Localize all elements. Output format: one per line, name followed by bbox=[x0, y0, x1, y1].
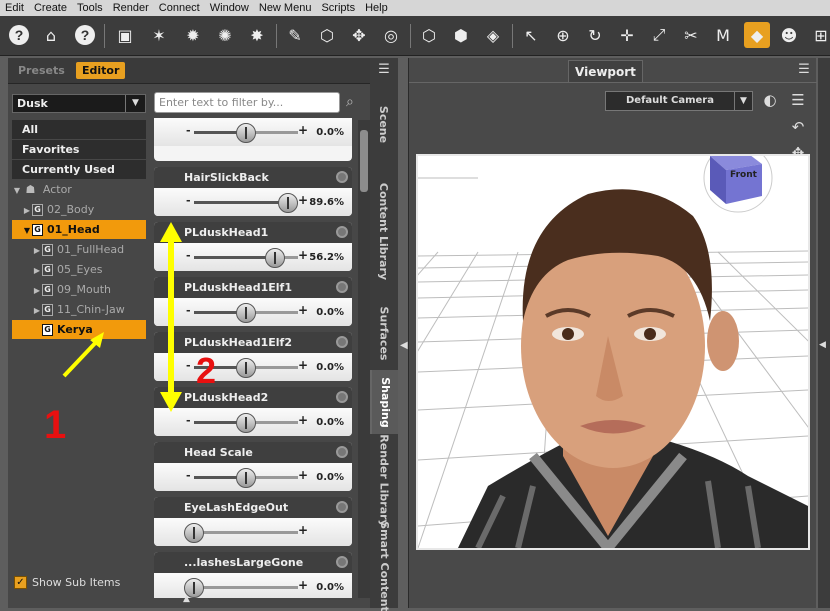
morph-tool-icon[interactable]: M bbox=[710, 22, 736, 48]
main-toolbar: ? ⌂ ? ▣ ✶ ✹ ✺ ✸ ✎ ⬡ ✥ ◎ ⬡ ⬢ ◈ ↖ ⊕ ↻ ✛ ⤢ … bbox=[0, 16, 830, 56]
side-tab-surfaces[interactable]: Surfaces bbox=[370, 298, 398, 368]
menu-item-connect[interactable]: Connect bbox=[154, 2, 205, 14]
side-tab-strip: ☰ Scene Content Library Surfaces Shaping Ren… bbox=[370, 58, 398, 611]
help-icon[interactable]: ? bbox=[6, 22, 32, 48]
scale-tool-icon[interactable]: ⤢ bbox=[646, 22, 672, 48]
viewport-pane: Viewport ☰ Default Camera ▼ ◐ ☰ ↶ ✥ ⌕ ⛶ … bbox=[408, 58, 817, 608]
side-tab-shaping[interactable]: Shaping bbox=[370, 370, 398, 434]
parameters-pane: Presets Editor ☰ Dusk ▼ All Favorites Cu… bbox=[8, 58, 398, 608]
viewport-scene[interactable]: Front bbox=[416, 154, 810, 550]
side-tab-render-library[interactable]: Render Library bbox=[370, 433, 398, 527]
side-tab-scene[interactable]: Scene bbox=[370, 84, 398, 164]
figure-tool-icon[interactable]: ☻ bbox=[776, 22, 802, 48]
view-cube-label: Front bbox=[730, 170, 757, 180]
tab-viewport[interactable]: Viewport bbox=[568, 60, 643, 82]
primitive-icon[interactable]: ◈ bbox=[480, 22, 506, 48]
menu-item-scripts[interactable]: Scripts bbox=[316, 2, 360, 14]
universal-tool-icon[interactable]: ⊕ bbox=[550, 22, 576, 48]
collapse-pane-icon[interactable]: ◀ bbox=[400, 340, 408, 351]
bone-tool-icon[interactable]: ✂ bbox=[678, 22, 704, 48]
point-light-icon[interactable]: ✹ bbox=[180, 22, 206, 48]
collapse-right-icon[interactable]: ◀ bbox=[819, 340, 826, 350]
surface-tool-icon[interactable]: ✎ bbox=[282, 22, 308, 48]
scene-render bbox=[418, 156, 808, 548]
rotate-tool-icon[interactable]: ↻ bbox=[582, 22, 608, 48]
region-tool-icon[interactable]: ◎ bbox=[378, 22, 404, 48]
side-tab-label: Render Library bbox=[377, 433, 391, 527]
menu-item-tools[interactable]: Tools bbox=[72, 2, 108, 14]
side-tab-label: Scene bbox=[377, 105, 391, 143]
viewport-menu-icon[interactable]: ☰ bbox=[787, 89, 809, 111]
pane-menu-icon[interactable]: ☰ bbox=[793, 60, 815, 80]
side-tab-label: Shaping bbox=[378, 376, 392, 428]
menu-item-window[interactable]: Window bbox=[205, 2, 254, 14]
annotation-arrow-1 bbox=[62, 336, 102, 378]
spotlight-icon[interactable]: ✶ bbox=[146, 22, 172, 48]
translate-tool-icon[interactable]: ✛ bbox=[614, 22, 640, 48]
distant-light-icon[interactable]: ✸ bbox=[244, 22, 270, 48]
side-tab-label: Surfaces bbox=[377, 306, 391, 360]
home-icon[interactable]: ⌂ bbox=[38, 22, 64, 48]
side-tab-label: Content Library bbox=[377, 182, 391, 280]
draw-style-icon[interactable]: ◐ bbox=[759, 89, 781, 111]
more-tools-icon[interactable]: ⊞ bbox=[808, 22, 830, 48]
menu-item-edit[interactable]: Edit bbox=[0, 2, 29, 14]
pane-menu-icon[interactable]: ☰ bbox=[373, 60, 395, 80]
view-cube bbox=[703, 156, 773, 213]
annotation-label-2: 2 bbox=[196, 350, 217, 391]
menu-item-help[interactable]: Help bbox=[360, 2, 393, 14]
annotation-label-1: 1 bbox=[44, 403, 67, 447]
node-tool-icon[interactable]: ⬡ bbox=[314, 22, 340, 48]
camera-add-icon[interactable]: ▣ bbox=[112, 22, 138, 48]
side-tab-label: Smart Content bbox=[377, 520, 391, 611]
side-tab-content-library[interactable]: Content Library bbox=[370, 166, 398, 296]
menu-bar: Edit Create Tools Render Connect Window New Me… bbox=[0, 0, 830, 16]
whats-this-icon[interactable]: ? bbox=[72, 22, 98, 48]
menu-item-create[interactable]: Create bbox=[29, 2, 72, 14]
geometry-sculpt-icon[interactable]: ⬢ bbox=[448, 22, 474, 48]
pose-tool-icon[interactable]: ◆ bbox=[744, 22, 770, 48]
camera-label: Default Camera bbox=[626, 95, 714, 106]
joint-tool-icon[interactable]: ✥ bbox=[346, 22, 372, 48]
annotation-arrows bbox=[62, 222, 182, 412]
light-target-icon[interactable]: ✺ bbox=[212, 22, 238, 48]
camera-select[interactable]: Default Camera ▼ bbox=[605, 91, 753, 111]
chevron-down-icon[interactable]: ▼ bbox=[734, 92, 752, 110]
menu-item-new-menu[interactable]: New Menu bbox=[254, 2, 317, 14]
right-collapse-strip: ◀ bbox=[818, 58, 830, 608]
geometry-editor-icon[interactable]: ⬡ bbox=[416, 22, 442, 48]
menu-item-render[interactable]: Render bbox=[108, 2, 154, 14]
side-tab-smart-content[interactable]: Smart Content bbox=[370, 521, 398, 611]
select-tool-icon[interactable]: ↖ bbox=[518, 22, 544, 48]
orbit-icon[interactable]: ↶ bbox=[787, 116, 809, 138]
